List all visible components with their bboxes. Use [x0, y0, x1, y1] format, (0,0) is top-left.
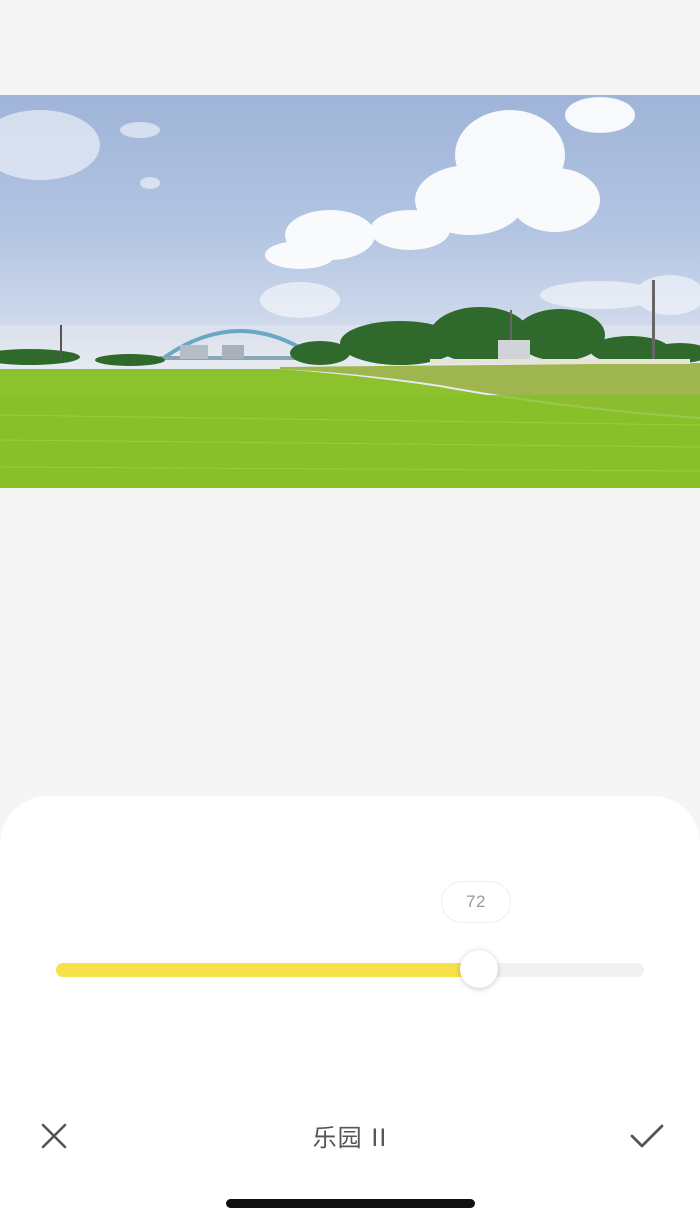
slider-fill [56, 963, 479, 977]
photo-preview [0, 95, 700, 488]
close-icon [41, 1123, 67, 1149]
slider-thumb[interactable] [460, 950, 498, 988]
home-indicator[interactable] [226, 1199, 475, 1208]
intensity-slider[interactable] [56, 950, 644, 988]
intensity-value-label: 72 [466, 892, 486, 911]
intensity-value-badge: 72 [441, 881, 511, 923]
landscape-photo [0, 97, 700, 488]
confirm-button[interactable] [626, 1116, 668, 1156]
cancel-button[interactable] [34, 1116, 74, 1156]
check-icon [630, 1124, 664, 1148]
filter-name: 乐园 II [312, 1124, 388, 1152]
adjust-panel [0, 796, 700, 1223]
screen: 72 乐园 II [0, 0, 700, 1223]
